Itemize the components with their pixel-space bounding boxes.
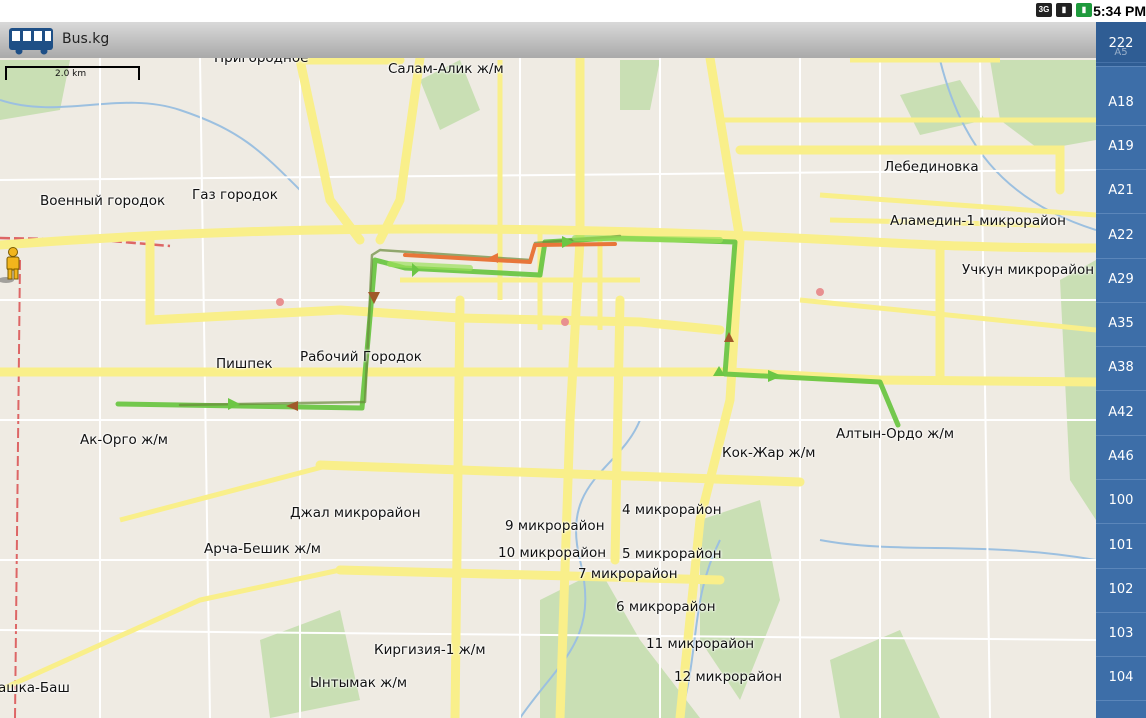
route-item-a46[interactable]: A46 [1096,435,1146,480]
route-list[interactable]: 222 A5 A18 A19 A21 A22 A29 A35 A38 A42 A… [1096,22,1146,718]
pegman-icon[interactable] [0,246,22,284]
route-item-a21[interactable]: A21 [1096,169,1146,214]
place-label: Пишпек [216,356,273,372]
place-label: Арча-Бешик ж/м [204,541,321,557]
battery-icon: ▮ [1076,3,1092,17]
route-item-101[interactable]: 101 [1096,524,1146,569]
signal-strength-icon: ▮ [1056,3,1072,17]
scale-label: 2.0 km [55,69,87,79]
route-item-a38[interactable]: A38 [1096,346,1146,391]
place-label: Кок-Жар ж/м [722,445,816,461]
route-item-103[interactable]: 103 [1096,612,1146,657]
clock: 5:34 PM [1093,3,1146,19]
map-canvas[interactable] [0,58,1096,718]
place-label: 6 микрорайон [616,599,716,615]
map-scale-bar: 2.0 km [5,66,140,80]
place-label: 9 микрорайон [505,518,605,534]
network-3g-icon: 3G [1036,3,1052,17]
app-title: Bus.kg [62,31,110,47]
place-label: 11 микрорайон [646,636,755,652]
place-label: 12 микрорайон [674,669,783,685]
place-label: Ак-Орго ж/м [80,432,168,448]
route-item-100[interactable]: 100 [1096,479,1146,524]
route-item-102[interactable]: 102 [1096,568,1146,613]
place-label: Джал микрорайон [290,505,421,521]
app-title-bar: Bus.kg [0,22,1096,59]
place-label: 10 микрорайон [498,545,607,561]
place-label: Пригородное [214,58,309,66]
place-label: 5 микрорайон [622,546,722,562]
place-label: 7 микрорайон [578,566,678,582]
route-item-a42[interactable]: A42 [1096,391,1146,436]
place-label: Лебединовка [884,159,979,175]
place-label: Ынтымак ж/м [310,675,408,691]
place-label: Учкун микрорайон [962,262,1095,278]
place-label: Военный городок [40,193,166,209]
place-label: Салам-Алик ж/м [388,61,504,77]
place-label: Аламедин-1 микрорайон [890,213,1066,229]
route-item-a19[interactable]: A19 [1096,125,1146,170]
place-label: Рабочий Городок [300,349,422,365]
bus-logo-icon[interactable] [8,25,58,55]
place-label: 4 микрорайон [622,502,722,518]
route-item-a18[interactable]: A18 [1096,81,1146,126]
map-view[interactable]: Пригородное Салам-Алик ж/м Лебединовка Г… [0,58,1096,718]
place-label: Газ городок [192,187,278,203]
route-item-104[interactable]: 104 [1096,656,1146,701]
route-item-a5[interactable]: A5 [1096,44,1146,63]
route-item-a22[interactable]: A22 [1096,214,1146,259]
status-icons: 3G ▮ ▮ [1036,3,1092,17]
place-label: Киргизия-1 ж/м [374,642,486,658]
status-bar: 3G ▮ ▮ 5:34 PM [0,0,1146,22]
place-label: Алтын-Ордо ж/м [836,426,955,442]
place-label: ашка-Баш [0,680,70,696]
route-item-a29[interactable]: A29 [1096,258,1146,303]
route-item-a35[interactable]: A35 [1096,302,1146,347]
